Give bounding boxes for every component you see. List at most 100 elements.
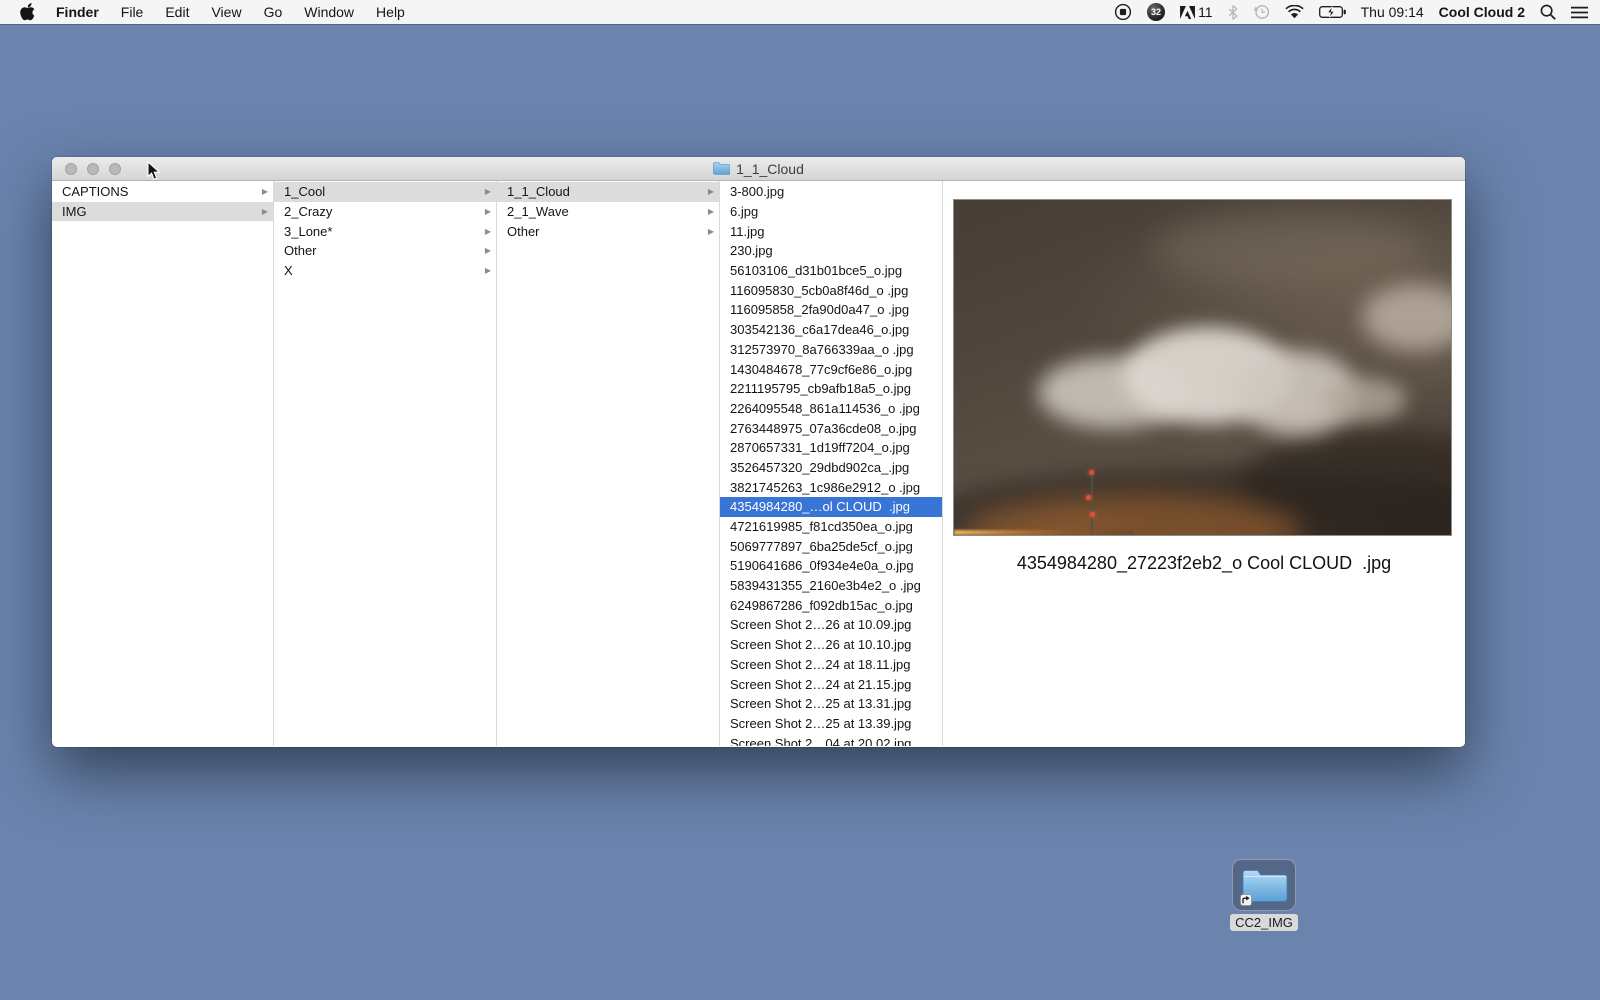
- cloud: [1322, 378, 1406, 422]
- folder-item-label: 2_1_Wave: [507, 204, 704, 219]
- folder-item[interactable]: 2_Crazy▶: [274, 202, 496, 222]
- folder-item[interactable]: X▶: [274, 261, 496, 281]
- red-light: [1089, 470, 1094, 475]
- file-item-label: 1430484678_77c9cf6e86_o.jpg: [730, 362, 937, 377]
- folder-item[interactable]: IMG▶: [52, 202, 273, 222]
- column-1: CAPTIONS▶IMG▶: [52, 181, 274, 746]
- cloud-wisp: [1153, 213, 1426, 287]
- menu-bar-clock[interactable]: Thu 09:14: [1361, 4, 1424, 20]
- file-item-label: 2211195795_cb9afb18a5_o.jpg: [730, 381, 937, 396]
- preview-filename: 4354984280_27223f2eb2_o Cool CLOUD .jpg: [943, 553, 1465, 574]
- file-item-label: 312573970_8a766339aa_o .jpg: [730, 342, 937, 357]
- file-item[interactable]: 4354984280_…ol CLOUD .jpg: [720, 497, 942, 517]
- menu-go[interactable]: Go: [253, 4, 294, 20]
- time-machine-icon[interactable]: [1253, 4, 1270, 20]
- window-titlebar[interactable]: 1_1_Cloud: [52, 157, 1465, 181]
- file-item[interactable]: Screen Shot 2…24 at 18.11.jpg: [720, 655, 942, 675]
- file-item[interactable]: 11.jpg: [720, 221, 942, 241]
- folder-item[interactable]: Other ▶: [274, 241, 496, 261]
- folder-item-label: Other: [284, 243, 481, 258]
- disclosure-arrow-icon: ▶: [485, 227, 491, 236]
- wifi-icon[interactable]: [1285, 5, 1304, 19]
- file-item[interactable]: 3821745263_1c986e2912_o .jpg: [720, 477, 942, 497]
- menu-list: FinderFileEditViewGoWindowHelp: [45, 0, 416, 24]
- disclosure-arrow-icon: ▶: [485, 266, 491, 275]
- disclosure-arrow-icon: ▶: [485, 207, 491, 216]
- folder-item[interactable]: CAPTIONS▶: [52, 182, 273, 202]
- file-item[interactable]: Screen Shot 2…25 at 13.39.jpg: [720, 714, 942, 734]
- adobe-icon[interactable]: 11: [1180, 4, 1213, 20]
- file-item[interactable]: Screen Shot 2…26 at 10.09.jpg: [720, 615, 942, 635]
- file-item-label: 4354984280_…ol CLOUD .jpg: [730, 499, 937, 514]
- file-item[interactable]: 5839431355_2160e3b4e2_o .jpg: [720, 576, 942, 596]
- file-item-label: 6.jpg: [730, 204, 937, 219]
- menu-help[interactable]: Help: [365, 4, 416, 20]
- folder-item[interactable]: 2_1_Wave ▶: [497, 202, 719, 222]
- file-item[interactable]: 2264095548_861a114536_o .jpg: [720, 399, 942, 419]
- disclosure-arrow-icon: ▶: [485, 246, 491, 255]
- file-item[interactable]: 116095830_5cb0a8f46d_o .jpg: [720, 280, 942, 300]
- menu-window[interactable]: Window: [293, 4, 365, 20]
- menu-view[interactable]: View: [200, 4, 252, 20]
- battery-charging-icon[interactable]: [1319, 6, 1346, 18]
- badge-32-icon[interactable]: 32: [1147, 3, 1165, 21]
- traffic-lights: [65, 163, 121, 175]
- file-item[interactable]: 2763448975_07a36cde08_o.jpg: [720, 418, 942, 438]
- file-item-label: 3-800.jpg: [730, 184, 937, 199]
- close-button[interactable]: [65, 163, 77, 175]
- file-item[interactable]: 1430484678_77c9cf6e86_o.jpg: [720, 359, 942, 379]
- red-light: [1090, 512, 1095, 517]
- file-item[interactable]: 230.jpg: [720, 241, 942, 261]
- file-item[interactable]: Screen Shot 2…26 at 10.10.jpg: [720, 635, 942, 655]
- file-item[interactable]: 5190641686_0f934e4e0a_o.jpg: [720, 556, 942, 576]
- folder-item[interactable]: 1_1_Cloud▶: [497, 182, 719, 202]
- file-item-label: 3526457320_29dbd902ca_.jpg: [730, 460, 937, 475]
- preview-image: [954, 200, 1451, 535]
- desktop-folder-cc2-img[interactable]: CC2_IMG: [1230, 859, 1298, 932]
- minimize-button[interactable]: [87, 163, 99, 175]
- menu-file[interactable]: File: [110, 4, 155, 20]
- notification-center-icon[interactable]: [1571, 6, 1588, 19]
- account-name[interactable]: Cool Cloud 2: [1439, 4, 1525, 20]
- file-item[interactable]: 6249867286_f092db15ac_o.jpg: [720, 595, 942, 615]
- file-item-label: 11.jpg: [730, 224, 937, 239]
- file-item[interactable]: Screen Shot 2…24 at 21.15.jpg: [720, 674, 942, 694]
- file-item[interactable]: 4721619985_f81cd350ea_o.jpg: [720, 517, 942, 537]
- file-item[interactable]: 312573970_8a766339aa_o .jpg: [720, 340, 942, 360]
- folder-item[interactable]: Other▶: [497, 221, 719, 241]
- file-item[interactable]: 3-800.jpg: [720, 182, 942, 202]
- screen-recording-stop-icon[interactable]: [1114, 3, 1132, 21]
- file-item[interactable]: 116095858_2fa90d0a47_o .jpg: [720, 300, 942, 320]
- menu-edit[interactable]: Edit: [154, 4, 200, 20]
- disclosure-arrow-icon: ▶: [485, 187, 491, 196]
- horizon-lights: [954, 530, 1133, 535]
- menu-finder[interactable]: Finder: [45, 4, 110, 20]
- file-item-label: 5839431355_2160e3b4e2_o .jpg: [730, 578, 937, 593]
- file-item[interactable]: Screen Shot 2…25 at 13.31.jpg: [720, 694, 942, 714]
- folder-item[interactable]: 3_Lone*▶: [274, 221, 496, 241]
- column-3: 1_1_Cloud▶ 2_1_Wave ▶ Other▶: [497, 181, 720, 746]
- file-item[interactable]: Screen Shot 2…04 at 20.02.jpg: [720, 733, 942, 746]
- file-item-label: Screen Shot 2…04 at 20.02.jpg: [730, 736, 937, 746]
- column-2: 1_Cool▶2_Crazy▶3_Lone*▶Other▶X▶: [274, 181, 497, 746]
- file-item[interactable]: 2870657331_1d19ff7204_o.jpg: [720, 438, 942, 458]
- file-item[interactable]: 5069777897_6ba25de5cf_o.jpg: [720, 536, 942, 556]
- file-item-label: 2264095548_861a114536_o .jpg: [730, 401, 937, 416]
- file-item-label: Screen Shot 2…24 at 21.15.jpg: [730, 677, 937, 692]
- file-item[interactable]: 303542136_c6a17dea46_o.jpg: [720, 320, 942, 340]
- file-item-label: 3821745263_1c986e2912_o .jpg: [730, 480, 937, 495]
- file-item[interactable]: 6.jpg: [720, 202, 942, 222]
- finder-window: 1_1_Cloud CAPTIONS▶IMG▶ 1_Cool▶2_Crazy▶3…: [52, 157, 1465, 747]
- zoom-button[interactable]: [109, 163, 121, 175]
- file-item[interactable]: 56103106_d31b01bce5_o.jpg: [720, 261, 942, 281]
- alias-arrow-icon: [1240, 894, 1252, 906]
- bluetooth-icon[interactable]: [1228, 5, 1238, 20]
- file-item-label: 303542136_c6a17dea46_o.jpg: [730, 322, 937, 337]
- file-item[interactable]: 2211195795_cb9afb18a5_o.jpg: [720, 379, 942, 399]
- spotlight-search-icon[interactable]: [1540, 4, 1556, 20]
- file-item[interactable]: 3526457320_29dbd902ca_.jpg: [720, 458, 942, 478]
- disclosure-arrow-icon: ▶: [708, 207, 714, 216]
- folder-item[interactable]: 1_Cool▶: [274, 182, 496, 202]
- window-title-text: 1_1_Cloud: [736, 161, 804, 177]
- apple-menu[interactable]: [12, 0, 45, 24]
